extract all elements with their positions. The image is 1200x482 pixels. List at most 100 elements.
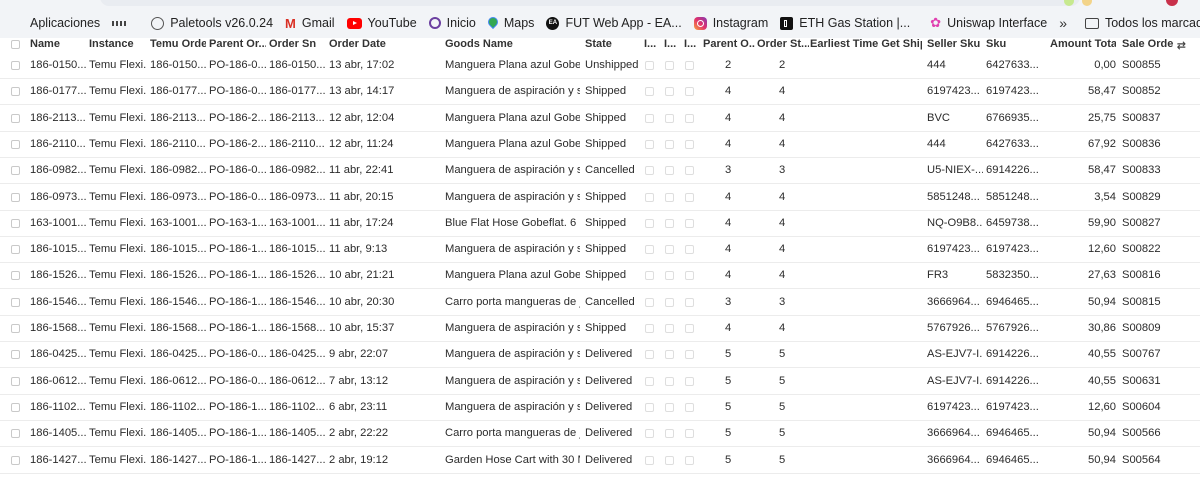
profile-avatar[interactable]: [1166, 0, 1178, 6]
table-row[interactable]: 186-2110... Temu Flexi... 186-2110... PO-18…: [0, 131, 1200, 158]
row-flag-checkbox-2[interactable]: [665, 218, 674, 228]
row-flag-checkbox-2[interactable]: [665, 429, 674, 439]
column-header-parent-order[interactable]: Parent Or...: [209, 38, 266, 50]
row-flag-checkbox-1[interactable]: [645, 245, 654, 255]
row-flag-checkbox-3[interactable]: [685, 429, 694, 439]
column-header-i1[interactable]: I...: [644, 38, 660, 50]
row-checkbox[interactable]: [11, 113, 20, 123]
row-flag-checkbox-2[interactable]: [665, 350, 674, 360]
row-flag-checkbox-1[interactable]: [645, 192, 654, 202]
row-flag-checkbox-1[interactable]: [645, 429, 654, 439]
column-header-i2[interactable]: I...: [664, 38, 680, 50]
row-flag-checkbox-2[interactable]: [665, 297, 674, 307]
row-flag-checkbox-3[interactable]: [685, 87, 694, 97]
row-flag-checkbox-3[interactable]: [685, 324, 694, 333]
table-row[interactable]: 186-1427... Temu Flexi... 186-1427... PO-18…: [0, 447, 1200, 474]
row-flag-checkbox-2[interactable]: [665, 87, 674, 97]
row-flag-checkbox-2[interactable]: [665, 271, 674, 281]
row-flag-checkbox-1[interactable]: [645, 139, 654, 149]
select-all-checkbox[interactable]: [11, 40, 20, 49]
row-flag-checkbox-1[interactable]: [645, 87, 654, 97]
row-checkbox[interactable]: [11, 87, 20, 97]
row-checkbox[interactable]: [11, 350, 20, 360]
row-flag-checkbox-2[interactable]: [665, 113, 674, 123]
row-flag-checkbox-1[interactable]: [645, 455, 654, 465]
bookmark-eth-gas-station[interactable]: ETH Gas Station |...: [774, 8, 916, 38]
row-checkbox[interactable]: [11, 324, 20, 333]
row-checkbox[interactable]: [11, 297, 20, 307]
column-header-temu-order[interactable]: Temu Order: [150, 38, 206, 50]
column-header-parent-o[interactable]: Parent O...: [703, 38, 755, 50]
row-flag-checkbox-2[interactable]: [665, 61, 674, 70]
table-row[interactable]: 186-1568... Temu Flexi... 186-1568... PO-18…: [0, 315, 1200, 342]
row-flag-checkbox-3[interactable]: [685, 139, 694, 149]
row-flag-checkbox-1[interactable]: [645, 218, 654, 228]
row-flag-checkbox-2[interactable]: [665, 455, 674, 465]
column-header-earliest-time[interactable]: Earliest Time Get Ship...: [810, 38, 922, 50]
column-header-amount-total[interactable]: Amount Total: [1050, 38, 1116, 50]
row-checkbox[interactable]: [11, 192, 20, 202]
table-row[interactable]: 186-0425... Temu Flexi... 186-0425... PO-18…: [0, 341, 1200, 369]
row-flag-checkbox-3[interactable]: [685, 376, 694, 386]
row-flag-checkbox-1[interactable]: [645, 61, 654, 70]
row-flag-checkbox-2[interactable]: [665, 139, 674, 149]
row-flag-checkbox-1[interactable]: [645, 376, 654, 386]
row-checkbox[interactable]: [11, 139, 20, 149]
row-checkbox[interactable]: [11, 218, 20, 228]
row-flag-checkbox-3[interactable]: [685, 245, 694, 255]
column-header-name[interactable]: Name: [30, 38, 86, 50]
row-checkbox[interactable]: [11, 245, 20, 255]
table-row[interactable]: 186-0982... Temu Flexi... 186-0982... PO-18…: [0, 157, 1200, 185]
row-flag-checkbox-1[interactable]: [645, 402, 654, 412]
bookmarks-overflow-button[interactable]: »: [1053, 8, 1071, 38]
table-row[interactable]: 163-1001... Temu Flexi... 163-1001... PO-16…: [0, 210, 1200, 237]
row-flag-checkbox-3[interactable]: [685, 218, 694, 228]
row-flag-checkbox-3[interactable]: [685, 402, 694, 412]
row-flag-checkbox-2[interactable]: [665, 402, 674, 412]
row-flag-checkbox-1[interactable]: [645, 271, 654, 281]
column-header-order-sn[interactable]: Order Sn: [269, 38, 325, 50]
column-header-goods-name[interactable]: Goods Name: [445, 38, 580, 50]
row-flag-checkbox-3[interactable]: [685, 166, 694, 176]
row-flag-checkbox-3[interactable]: [685, 297, 694, 307]
bookmark-aplicaciones[interactable]: Aplicaciones: [0, 8, 106, 38]
row-flag-checkbox-2[interactable]: [665, 192, 674, 202]
table-row[interactable]: 186-1015... Temu Flexi... 186-1015... PO-18…: [0, 236, 1200, 264]
bookmark-gmail[interactable]: M Gmail: [279, 8, 341, 38]
row-checkbox[interactable]: [11, 402, 20, 412]
bookmark-paletools[interactable]: Paletools v26.0.24: [145, 8, 279, 38]
column-header-sale-order[interactable]: Sale Order: [1122, 38, 1174, 50]
extension-icon[interactable]: [1082, 0, 1092, 6]
row-flag-checkbox-2[interactable]: [665, 376, 674, 386]
table-row[interactable]: 186-0973... Temu Flexi... 186-0973... PO-18…: [0, 184, 1200, 211]
bookmark-fut-web-app[interactable]: EA FUT Web App - EA...: [540, 8, 687, 38]
row-flag-checkbox-1[interactable]: [645, 324, 654, 333]
row-flag-checkbox-2[interactable]: [665, 324, 674, 333]
bookmark-maps[interactable]: Maps: [482, 8, 541, 38]
table-row[interactable]: 186-1405... Temu Flexi... 186-1405... PO-18…: [0, 420, 1200, 448]
column-header-sku[interactable]: Sku: [986, 38, 1046, 50]
row-checkbox[interactable]: [11, 376, 20, 386]
row-flag-checkbox-2[interactable]: [665, 166, 674, 176]
column-header-instance[interactable]: Instance: [89, 38, 147, 50]
address-bar[interactable]: [100, 0, 1080, 6]
row-flag-checkbox-3[interactable]: [685, 271, 694, 281]
table-row[interactable]: 186-1526... Temu Flexi... 186-1526... PO-18…: [0, 262, 1200, 290]
row-flag-checkbox-3[interactable]: [685, 455, 694, 465]
all-bookmarks-button[interactable]: Todos los marcadores: [1079, 8, 1200, 38]
column-header-seller-sku[interactable]: Seller Sku: [927, 38, 983, 50]
row-flag-checkbox-1[interactable]: [645, 166, 654, 176]
column-header-state[interactable]: State: [585, 38, 641, 50]
row-checkbox[interactable]: [11, 271, 20, 281]
column-header-i3[interactable]: I...: [684, 38, 700, 50]
row-flag-checkbox-1[interactable]: [645, 350, 654, 360]
table-row[interactable]: 186-0612... Temu Flexi... 186-0612... PO-18…: [0, 368, 1200, 395]
bookmark-instagram[interactable]: Instagram: [688, 8, 775, 38]
row-checkbox[interactable]: [11, 166, 20, 176]
table-row[interactable]: 186-1102... Temu Flexi... 186-1102... PO-18…: [0, 394, 1200, 421]
bookmark-uniswap[interactable]: ✿ Uniswap Interface: [924, 8, 1053, 38]
row-checkbox[interactable]: [11, 429, 20, 439]
column-header-order-st[interactable]: Order St...: [757, 38, 809, 50]
row-flag-checkbox-3[interactable]: [685, 113, 694, 123]
row-flag-checkbox-3[interactable]: [685, 192, 694, 202]
